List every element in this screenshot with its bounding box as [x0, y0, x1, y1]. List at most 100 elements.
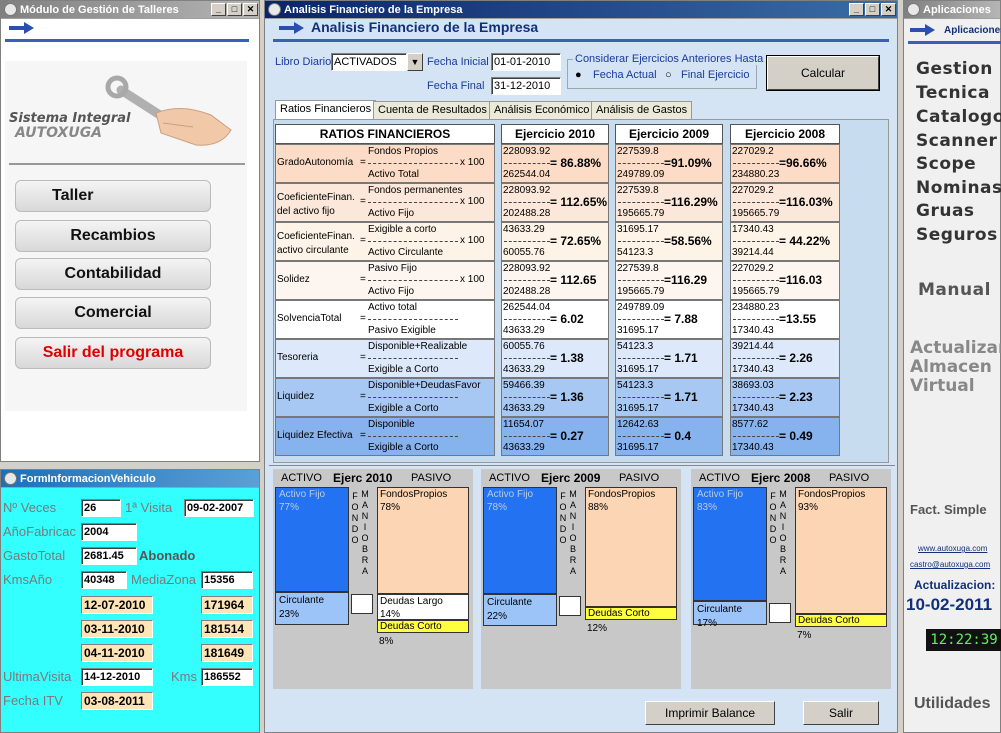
recambios-button[interactable]: Recambios: [15, 220, 211, 252]
tecnica-link[interactable]: Tecnica: [916, 83, 990, 103]
fecha-actual-radio[interactable]: ●: [575, 69, 582, 81]
ratio-fraction-line: [368, 163, 458, 164]
circulante-label: Circulante: [279, 595, 325, 606]
scope-link[interactable]: Scope: [916, 154, 976, 174]
utilidades-link[interactable]: Utilidades: [914, 695, 990, 713]
scanner-link[interactable]: Scanner: [916, 131, 997, 151]
activo-fijo-label: Activo Fijo: [279, 489, 326, 500]
ratio-value-line: [504, 241, 550, 242]
talleres-window: Módulo de Gestión de Talleres _ □ ✕ Sistem…: [0, 0, 260, 462]
fondos-propios-bar: FondosPropios 93%: [795, 487, 887, 614]
aplicaciones-titlebar[interactable]: Aplicaciones: [904, 1, 1000, 19]
web-link[interactable]: www.autoxuga.com: [918, 544, 987, 553]
contabilidad-button[interactable]: Contabilidad: [15, 258, 211, 290]
actualizar-link-3[interactable]: Virtual: [910, 376, 975, 396]
tab-gastos[interactable]: Análisis de Gastos: [591, 101, 693, 119]
num-veces-field[interactable]: 26: [81, 499, 121, 517]
close-icon[interactable]: ✕: [881, 3, 896, 16]
ratio-value-cell: 227539.8 =116.29% 195665.79: [615, 183, 723, 222]
gruas-link[interactable]: Gruas: [916, 201, 975, 221]
ratio-value-numerator: 8577.62: [732, 419, 769, 430]
ratio-value-denominator: 54123.3: [617, 247, 654, 258]
actualizar-link-2[interactable]: Almacen: [910, 357, 992, 377]
talleres-title: Módulo de Gestión de Talleres: [20, 3, 179, 16]
analisis-titlebar[interactable]: Analisis Financiero de la Empresa _ □ ✕: [265, 1, 897, 19]
ratio-eq: =: [360, 391, 366, 402]
manual-link[interactable]: Manual: [918, 280, 991, 300]
gestion-link[interactable]: Gestion: [916, 59, 993, 79]
ratio-value-numerator: 227539.8: [617, 263, 659, 274]
tab-ratios[interactable]: Ratios Financieros: [275, 100, 377, 120]
kms-field[interactable]: 186552: [201, 668, 253, 686]
close-icon[interactable]: ✕: [243, 3, 258, 16]
arrow-icon: [910, 24, 936, 36]
primera-visita-field[interactable]: 09-02-2007: [184, 499, 254, 517]
logo-text-2: AUTOXUGA: [15, 125, 103, 141]
media-zona-field[interactable]: 15356: [201, 571, 253, 589]
ratio-value-numerator: 38693.03: [732, 380, 774, 391]
fecha-inicial-field[interactable]: 01-01-2010: [491, 53, 561, 71]
minimize-icon[interactable]: _: [211, 3, 226, 16]
ratio-value-line: [733, 202, 779, 203]
ratio-value-line: [733, 319, 779, 320]
nominas-link[interactable]: Nominas: [916, 178, 1001, 198]
ratio-value-result: = 0.49: [779, 429, 813, 443]
ratio-value-result: = 112.65: [550, 273, 597, 287]
ratio-fraction-line: [368, 280, 458, 281]
talleres-titlebar[interactable]: Módulo de Gestión de Talleres _ □ ✕: [1, 1, 259, 19]
maximize-icon[interactable]: □: [865, 3, 880, 16]
ratio-value-denominator: 249789.09: [617, 169, 665, 180]
ratio-name: Solidez: [277, 274, 310, 285]
ratio-value-line: [733, 163, 779, 164]
logo-underline: [9, 163, 245, 165]
ratio-value-result: = 44.22%: [779, 234, 831, 248]
deudas-corto-pct: 12%: [587, 623, 608, 634]
fondos-propios-pct: 78%: [380, 502, 401, 513]
kms-anio-field[interactable]: 40348: [81, 571, 127, 589]
fecha-final-field[interactable]: 31-12-2010: [491, 77, 561, 95]
ratio-value-line: [733, 241, 779, 242]
ratio-value-cell: 262544.04 = 6.02 43633.29: [501, 300, 609, 339]
catalogos-link[interactable]: Catalogos: [916, 107, 1001, 127]
calcular-button[interactable]: Calcular: [766, 55, 880, 91]
ratio-value-line: [618, 358, 664, 359]
libro-dropdown-icon[interactable]: ▼: [407, 53, 423, 71]
final-ejercicio-radio[interactable]: ○: [665, 69, 672, 81]
libro-select[interactable]: ACTIVADOS: [331, 53, 407, 71]
activo-fijo-pct: 77%: [279, 502, 300, 513]
ejercicio-label: Ejerc 2009: [541, 471, 601, 485]
vehiculo-titlebar[interactable]: FormInformacionVehiculo: [1, 470, 259, 488]
ratio-value-numerator: 228093.92: [503, 185, 551, 196]
imprimir-balance-button[interactable]: Imprimir Balance: [645, 701, 775, 725]
activo-fijo-bar: Activo Fijo 83%: [693, 487, 767, 601]
actualizar-link-1[interactable]: Actualizar: [910, 338, 1001, 358]
fact-simple-link[interactable]: Fact. Simple: [910, 502, 987, 517]
maximize-icon[interactable]: □: [227, 3, 242, 16]
circulante-label: Circulante: [697, 604, 743, 615]
gasto-field[interactable]: 2681.45: [81, 547, 137, 565]
salir-programa-button[interactable]: Salir del programa: [15, 337, 211, 369]
salir-button[interactable]: Salir: [803, 701, 879, 725]
pasivo-label: PASIVO: [619, 472, 660, 484]
fondo-label: FONDO: [769, 491, 777, 545]
visit-date-2: 03-11-2010: [81, 620, 153, 638]
fondos-propios-pct: 88%: [588, 502, 609, 513]
email-link[interactable]: castro@autoxuga.com: [910, 560, 990, 569]
minimize-icon[interactable]: _: [849, 3, 864, 16]
seguros-link[interactable]: Seguros: [916, 225, 998, 245]
ratio-value-numerator: 60055.76: [503, 341, 545, 352]
tab-economico[interactable]: Análisis Económico: [489, 101, 595, 119]
ultima-visita-field[interactable]: 14-12-2010: [81, 668, 153, 686]
maniobra-label: MANIOBRA: [779, 489, 787, 576]
anio-field[interactable]: 2004: [81, 523, 137, 541]
taller-button[interactable]: Taller: [15, 180, 211, 212]
ratio-value-denominator: 195665.79: [732, 286, 780, 297]
tab-cuenta[interactable]: Cuenta de Resultados: [373, 101, 492, 119]
ratio-value-cell: 227029.2 =116.03% 195665.79: [730, 183, 840, 222]
ratio-x100: x 100: [460, 196, 485, 207]
ratio-value-denominator: 195665.79: [617, 208, 665, 219]
final-ejercicio-label: Final Ejercicio: [681, 69, 750, 81]
logo-text-1: Sistema Integral: [9, 111, 131, 126]
comercial-button[interactable]: Comercial: [15, 297, 211, 329]
ratio-fraction-line: [368, 202, 458, 203]
